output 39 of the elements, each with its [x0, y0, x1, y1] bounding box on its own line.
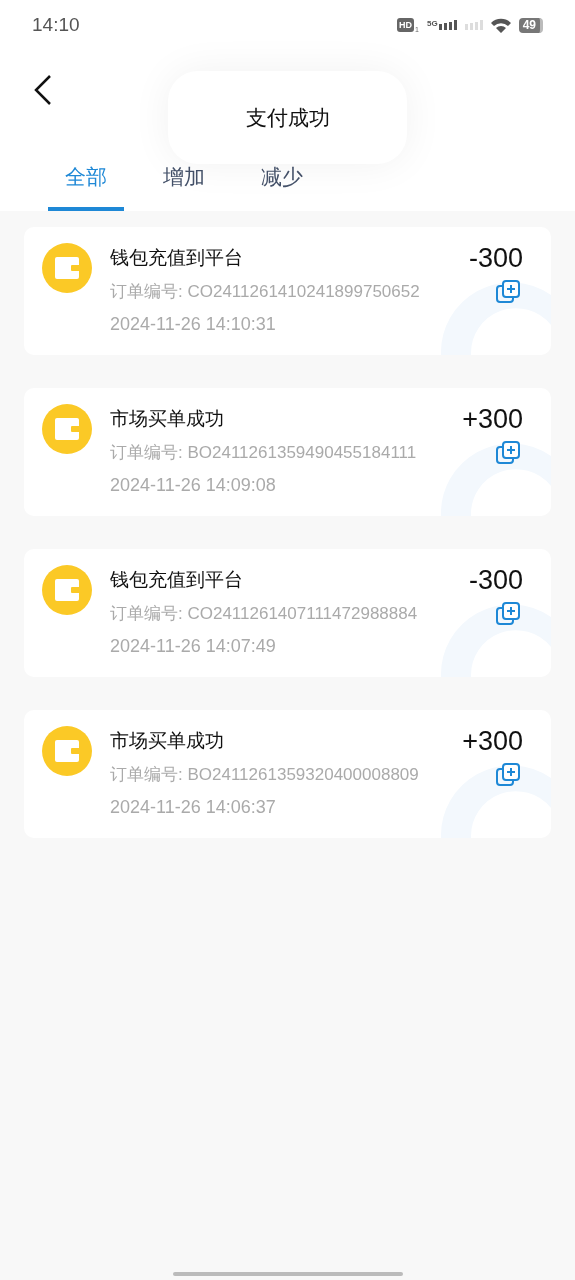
transaction-amount: +300 [462, 724, 523, 758]
tab[interactable]: 增加 [146, 165, 222, 211]
transaction-card[interactable]: 市场买单成功 +300 订单编号: BO2411261359490455184111 2024-11-26 14:09:08 [24, 388, 551, 516]
transaction-card[interactable]: 钱包充值到平台 -300 订单编号: CO2411261407111472988884 2024-11-26 14:07:49 [24, 549, 551, 677]
toast-message: 支付成功 [245, 104, 330, 131]
copy-icon[interactable] [495, 440, 521, 466]
tab[interactable]: 全部 [48, 165, 124, 211]
signal-icon [438, 20, 457, 30]
wifi-icon [490, 17, 511, 33]
transaction-amount: -300 [468, 563, 523, 597]
signal-icon [464, 20, 483, 30]
order-number: 订单编号: CO2411261407111472988884 [110, 603, 418, 626]
hd-badge: HD [397, 18, 415, 32]
copy-icon[interactable] [495, 601, 521, 627]
wallet-icon [42, 404, 92, 454]
wallet-icon [42, 243, 92, 293]
transaction-time: 2024-11-26 14:06:37 [110, 796, 277, 819]
copy-icon[interactable] [495, 762, 521, 788]
transaction-amount: -300 [468, 241, 523, 275]
status-time: 14:10 [32, 12, 80, 37]
transaction-title: 钱包充值到平台 [110, 567, 243, 592]
transaction-title: 钱包充值到平台 [110, 245, 243, 270]
order-number: 订单编号: BO2411261359490455184111 [110, 442, 417, 465]
wallet-icon [42, 726, 92, 776]
copy-icon[interactable] [495, 279, 521, 305]
battery-indicator: 49 [518, 17, 543, 33]
network-label: 5G [426, 20, 438, 28]
transaction-title: 市场买单成功 [110, 728, 224, 753]
transaction-amount: +300 [462, 402, 523, 436]
wallet-icon [42, 565, 92, 615]
transaction-card[interactable]: 钱包充值到平台 -300 订单编号: CO2411261410241899750652 2024-11-26 14:10:31 [24, 227, 551, 355]
transaction-time: 2024-11-26 14:07:49 [110, 635, 277, 658]
order-number: 订单编号: CO2411261410241899750652 [110, 281, 420, 304]
transaction-title: 市场买单成功 [110, 406, 224, 431]
transaction-time: 2024-11-26 14:10:31 [110, 313, 277, 336]
order-number: 订单编号: BO2411261359320400008809 [110, 764, 419, 787]
transaction-time: 2024-11-26 14:09:08 [110, 474, 277, 497]
tab[interactable]: 减少 [244, 165, 320, 211]
transaction-card[interactable]: 市场买单成功 +300 订单编号: BO2411261359320400008809 2024-11-26 14:06:37 [24, 710, 551, 838]
